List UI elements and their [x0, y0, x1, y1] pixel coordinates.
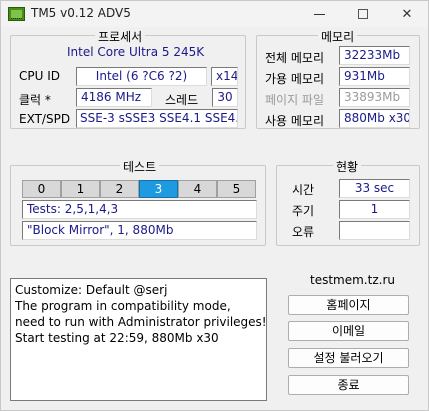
page-file-field: 33893Mb [339, 88, 410, 107]
error-label: 오류 [292, 225, 315, 239]
threads-field: 30 [212, 88, 238, 107]
close-button[interactable]: ✕ [385, 1, 429, 27]
test-tab-3[interactable]: 3 [139, 180, 178, 198]
cycle-label: 주기 [292, 204, 315, 218]
ext-spd-label: EXT/SPD [19, 112, 71, 126]
test-legend: 테스트 [120, 158, 160, 175]
status-legend: 현황 [333, 158, 362, 175]
load-settings-button[interactable]: 설정 불러오기 [288, 348, 409, 368]
close-icon: ✕ [401, 6, 413, 22]
tests-sequence-field: Tests: 2,5,1,4,3 [22, 200, 257, 219]
total-memory-label: 전체 메모리 [265, 51, 325, 65]
available-memory-label: 가용 메모리 [265, 72, 325, 86]
error-field [339, 221, 410, 240]
cycle-field: 1 [339, 200, 410, 219]
used-memory-label: 사용 메모리 [265, 114, 325, 128]
app-window: TM5 v0.12 ADV5 ✕ 프로세서 Intel Core Ultra 5… [0, 0, 429, 411]
page-file-label: 페이지 파일 [265, 93, 325, 107]
time-label: 시간 [292, 183, 315, 197]
site-label: testmem.tz.ru [310, 273, 395, 287]
email-button[interactable]: 이메일 [288, 321, 409, 341]
total-memory-field: 32233Mb [339, 46, 410, 65]
maximize-icon [358, 9, 368, 19]
memory-legend: 메모리 [318, 28, 358, 45]
clock-label: 클럭 * [19, 93, 51, 107]
test-tab-4[interactable]: 4 [178, 180, 217, 198]
cpu-name: Intel Core Ultra 5 245K [67, 45, 205, 59]
cpu-id-label: CPU ID [19, 69, 60, 83]
threads-label: 스레드 [165, 93, 199, 107]
cpu-cores-field: x14 [211, 67, 238, 86]
ext-spd-field: SSE-3 sSSE3 SSE4.1 SSE4.2 [76, 109, 238, 128]
window-title: TM5 v0.12 ADV5 [31, 6, 131, 20]
exit-button[interactable]: 종료 [288, 375, 409, 395]
test-selector: 0 1 2 3 4 5 [22, 180, 256, 198]
test-tab-0[interactable]: 0 [22, 180, 61, 198]
available-memory-field: 931Mb [339, 67, 410, 86]
time-field: 33 sec [339, 179, 410, 198]
used-memory-field: 880Mb x30 [339, 109, 410, 128]
memory-chip-icon [8, 7, 25, 21]
test-tab-1[interactable]: 1 [61, 180, 100, 198]
minimize-button[interactable] [297, 1, 341, 27]
log-output[interactable]: Customize: Default @serj The program in … [10, 278, 267, 401]
current-test-field: "Block Mirror", 1, 880Mb [22, 221, 257, 240]
cpu-id-field: Intel (6 ?C6 ?2) [76, 67, 207, 86]
maximize-button[interactable] [341, 1, 385, 27]
title-bar[interactable]: TM5 v0.12 ADV5 ✕ [1, 1, 428, 27]
test-tab-5[interactable]: 5 [217, 180, 256, 198]
clock-field: 4186 MHz [76, 88, 152, 107]
test-tab-2[interactable]: 2 [100, 180, 139, 198]
minimize-icon [313, 13, 325, 15]
homepage-button[interactable]: 홈페이지 [288, 295, 409, 315]
processor-legend: 프로세서 [95, 28, 146, 45]
